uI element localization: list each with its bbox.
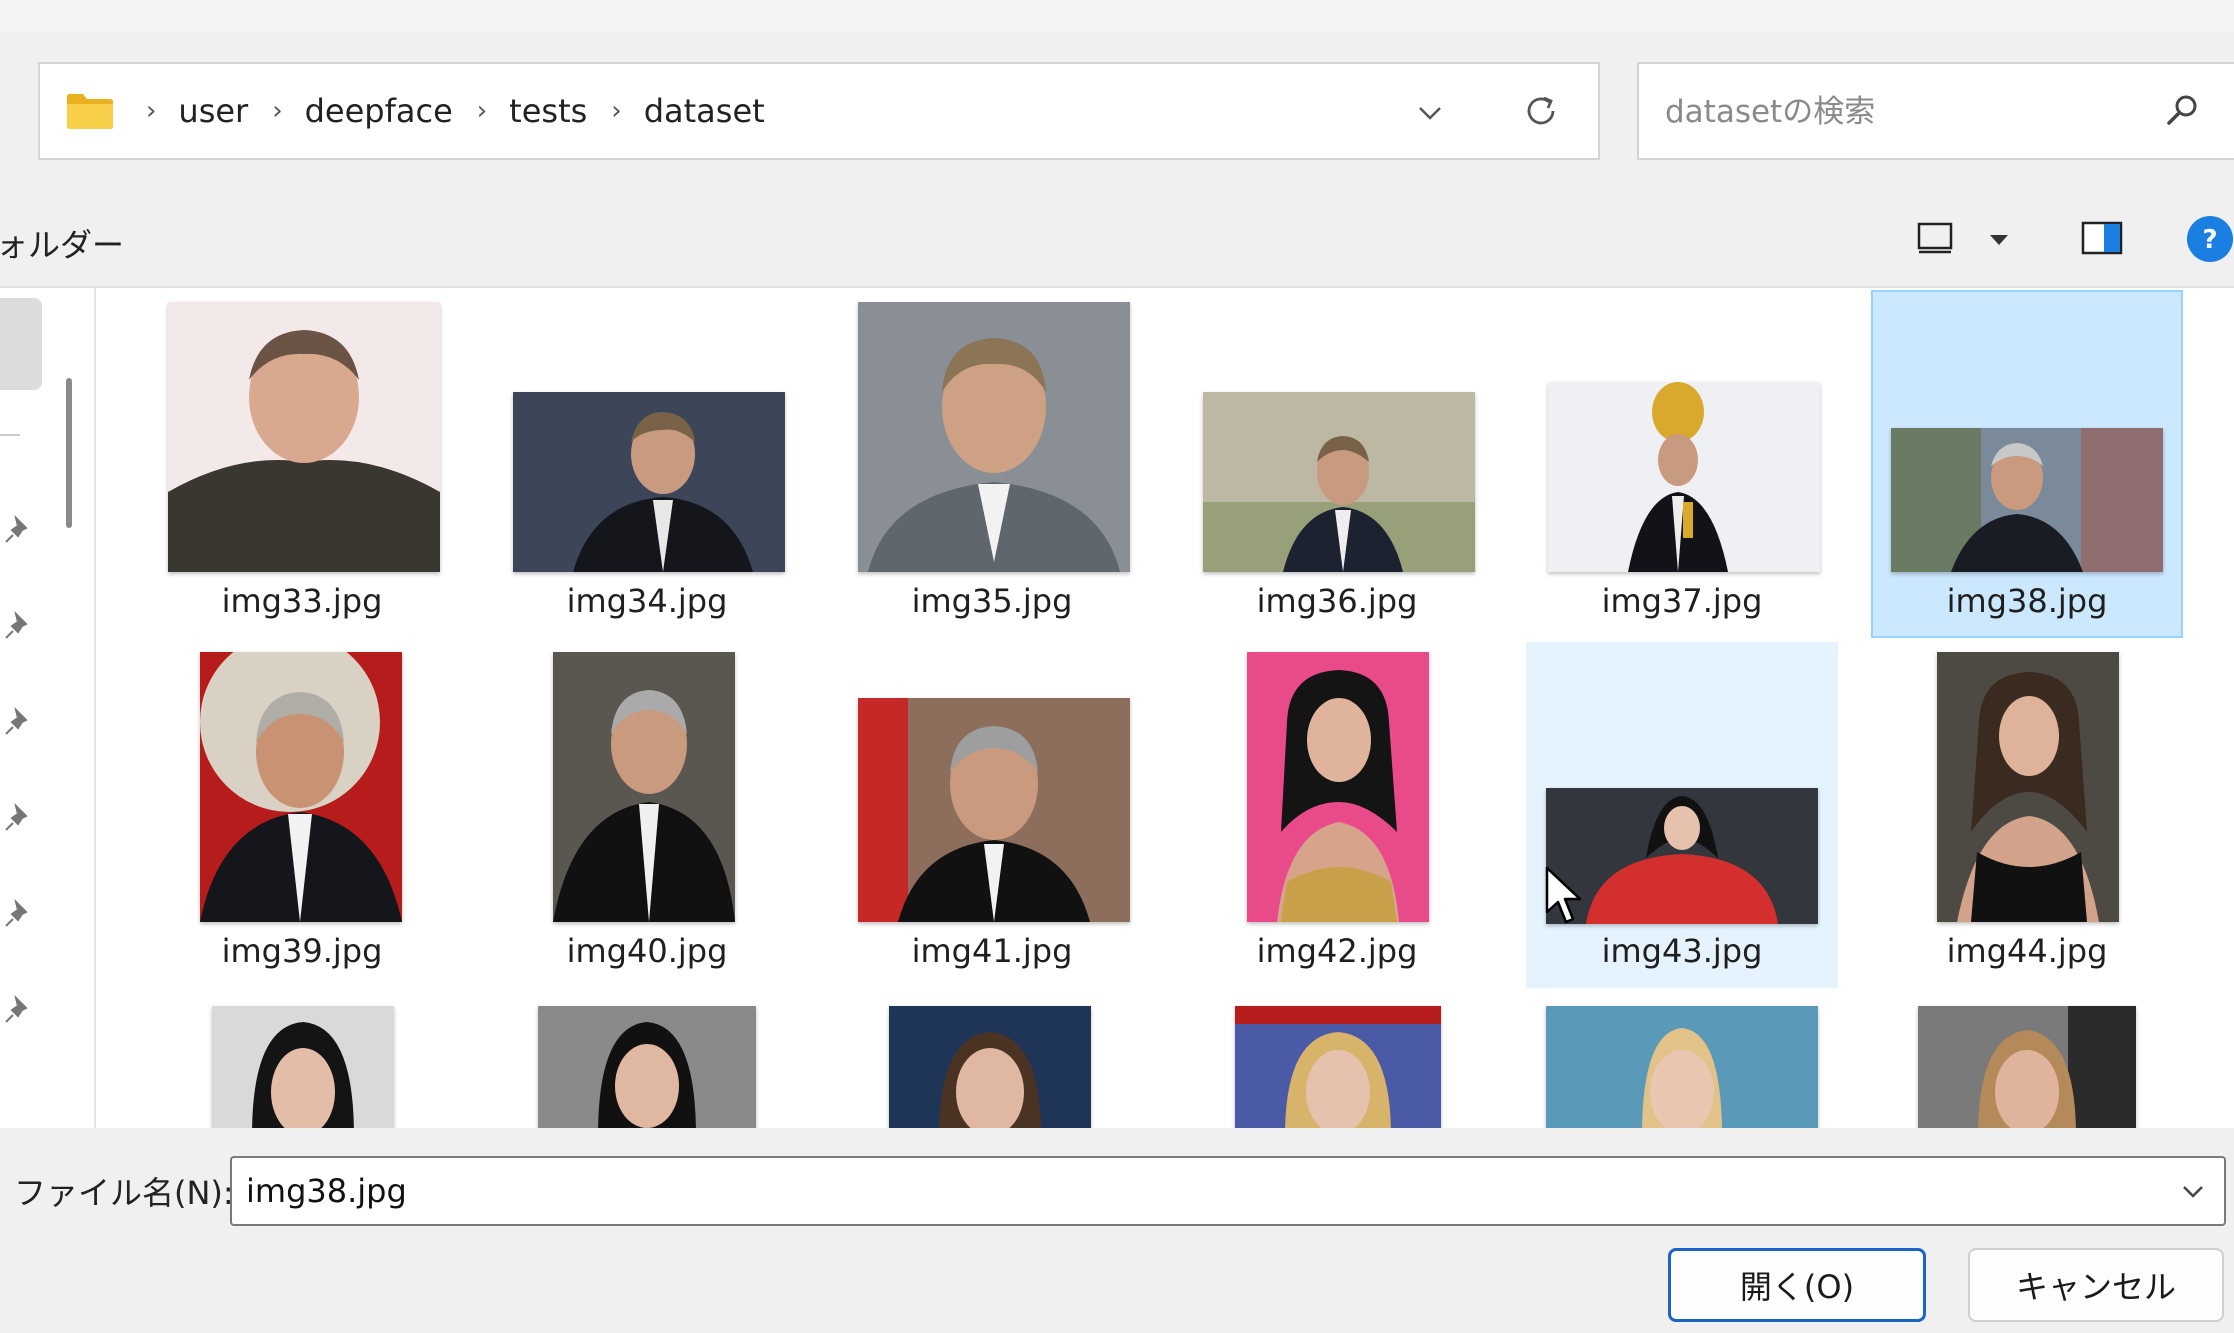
- navigation-pane[interactable]: [0, 288, 96, 1128]
- chevron-down-icon[interactable]: [2176, 1174, 2210, 1208]
- pin-icon: [5, 994, 28, 1023]
- file-item[interactable]: img41.jpg: [836, 642, 1148, 988]
- file-item[interactable]: img33.jpg: [146, 290, 458, 638]
- file-item[interactable]: img39.jpg: [146, 642, 458, 988]
- file-name: img43.jpg: [1601, 932, 1763, 970]
- image-thumbnail: [553, 652, 735, 922]
- filename-field[interactable]: img38.jpg: [230, 1156, 2226, 1226]
- image-thumbnail: [513, 392, 785, 572]
- pin-icon: [5, 706, 28, 735]
- nav-divider: [0, 434, 20, 436]
- svg-text:?: ?: [2202, 225, 2217, 255]
- image-thumbnail: [1203, 392, 1475, 572]
- new-folder-button[interactable]: ォルダー: [0, 220, 124, 266]
- filename-value[interactable]: img38.jpg: [246, 1172, 407, 1210]
- pin-icon: [5, 898, 28, 927]
- chevron-down-icon[interactable]: [1410, 92, 1450, 132]
- toolbar: ォルダー ?: [0, 196, 2234, 286]
- image-thumbnail: [1247, 652, 1429, 922]
- image-thumbnail: [858, 302, 1130, 572]
- image-thumbnail[interactable]: [1546, 1006, 1818, 1128]
- filename-label: ファイル名(N):: [14, 1174, 234, 1212]
- image-thumbnail[interactable]: [889, 1006, 1091, 1128]
- file-name: img40.jpg: [566, 932, 728, 970]
- chevron-right-icon: ›: [272, 96, 283, 126]
- pin-icon: [5, 514, 28, 543]
- image-thumbnail: [1891, 428, 2163, 572]
- folder-icon: [67, 94, 113, 129]
- refresh-icon[interactable]: [1520, 90, 1562, 132]
- file-list[interactable]: img33.jpg img34.jpg img35.jpg img36.jpg …: [96, 288, 2234, 1128]
- image-thumbnail[interactable]: [1918, 1006, 2136, 1128]
- chevron-right-icon: ›: [146, 96, 157, 126]
- file-item[interactable]: img36.jpg: [1181, 290, 1493, 638]
- file-item[interactable]: img44.jpg: [1871, 642, 2183, 988]
- image-thumbnail[interactable]: [1235, 1006, 1441, 1128]
- image-thumbnail: [1937, 652, 2119, 922]
- nav-scrollbar[interactable]: [66, 378, 72, 528]
- file-name: img34.jpg: [566, 582, 728, 620]
- file-item[interactable]: img35.jpg: [836, 290, 1148, 638]
- image-thumbnail: [858, 698, 1130, 922]
- file-name: img42.jpg: [1256, 932, 1418, 970]
- preview-pane-icon[interactable]: [2080, 218, 2124, 258]
- address-bar[interactable]: › user › deepface › tests › dataset: [38, 62, 1600, 160]
- image-thumbnail: [168, 302, 440, 572]
- file-item-selected[interactable]: img38.jpg: [1871, 290, 2183, 638]
- file-item[interactable]: img34.jpg: [491, 290, 803, 638]
- pin-icon: [5, 610, 28, 639]
- breadcrumb-item-user[interactable]: user: [178, 92, 248, 130]
- open-button[interactable]: 開く(O): [1668, 1248, 1926, 1322]
- file-item[interactable]: img42.jpg: [1181, 642, 1493, 988]
- image-thumbnail: [200, 652, 402, 922]
- image-thumbnail[interactable]: [212, 1006, 394, 1128]
- image-thumbnail[interactable]: [538, 1006, 756, 1128]
- cancel-button[interactable]: キャンセル: [1968, 1248, 2224, 1322]
- nav-item-selected[interactable]: [0, 298, 42, 390]
- search-box[interactable]: [1637, 62, 2234, 160]
- image-thumbnail: [1546, 788, 1818, 924]
- file-name: img38.jpg: [1946, 582, 2108, 620]
- file-name: img41.jpg: [911, 932, 1073, 970]
- chevron-right-icon: ›: [611, 96, 622, 126]
- file-item[interactable]: img37.jpg: [1526, 290, 1838, 638]
- file-item[interactable]: img40.jpg: [491, 642, 803, 988]
- breadcrumb-item-tests[interactable]: tests: [509, 92, 587, 130]
- file-name: img33.jpg: [221, 582, 383, 620]
- dialog-footer: ファイル名(N): img38.jpg 開く(O) キャンセル: [0, 1128, 2234, 1333]
- file-item-hovered[interactable]: img43.jpg: [1526, 642, 1838, 988]
- file-name: img39.jpg: [221, 932, 383, 970]
- file-name: img37.jpg: [1601, 582, 1763, 620]
- help-icon[interactable]: ?: [2185, 214, 2234, 264]
- search-icon[interactable]: [2161, 90, 2203, 132]
- chevron-right-icon: ›: [476, 96, 488, 126]
- file-name: img35.jpg: [911, 582, 1073, 620]
- mouse-cursor: [1545, 866, 1582, 924]
- file-name: img36.jpg: [1256, 582, 1418, 620]
- image-thumbnail: [1548, 382, 1820, 572]
- view-icon[interactable]: [1915, 218, 1955, 258]
- title-strip: [0, 0, 2234, 32]
- breadcrumb: › user › deepface › tests › dataset: [132, 64, 765, 158]
- view-dropdown-icon[interactable]: [1985, 226, 2013, 254]
- file-name: img44.jpg: [1946, 932, 2108, 970]
- search-input[interactable]: [1663, 64, 2147, 160]
- breadcrumb-item-deepface[interactable]: deepface: [305, 92, 453, 130]
- breadcrumb-item-dataset[interactable]: dataset: [644, 92, 765, 130]
- pin-icon: [5, 802, 28, 831]
